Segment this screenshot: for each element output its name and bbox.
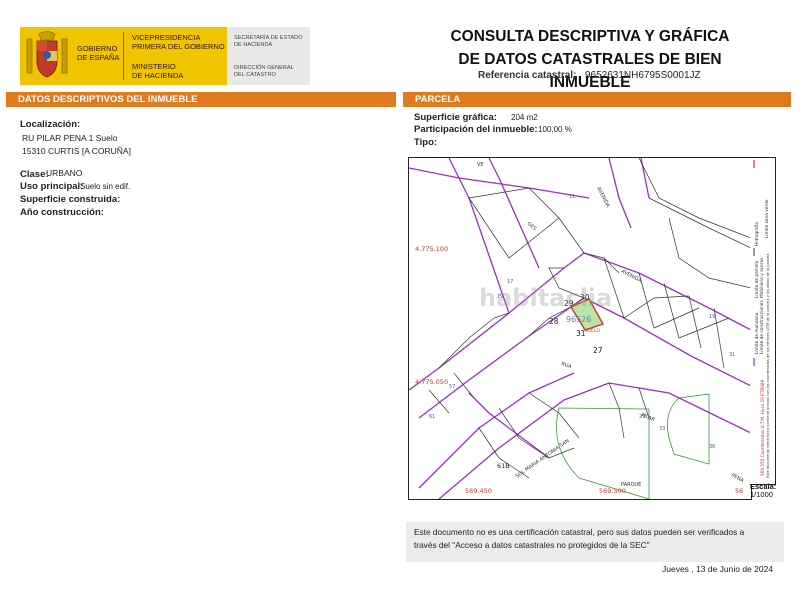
verification-note: Este documento no es una certificación c… [406, 522, 784, 562]
map-street-number: 57 [449, 384, 455, 390]
legend-note: Este documento electrónico contiene anex… [766, 253, 770, 478]
map-street-rua: RUA [560, 361, 572, 370]
cadastral-ref-value: 9652631NH6795S0001JZ [585, 70, 701, 81]
superficie-grafica-value: 204 m2 [511, 113, 538, 122]
map-coord-x1: 569.450 [465, 487, 492, 495]
legend-parcel-limit: Límite de parcela [753, 260, 760, 298]
legend-green-zone: Límite zona verde [763, 199, 770, 238]
anio-construccion-label: Año construcción: [20, 207, 104, 218]
map-street-number: 11 [569, 194, 575, 200]
cadastral-ref-label: Referencia catastral: [478, 70, 577, 81]
legend-furniture: Mobiliario y aceras [759, 257, 765, 298]
section-bar-descriptive: DATOS DESCRIPTIVOS DEL INMUEBLE [6, 92, 396, 107]
note-line-1: Este documento no es una certificación c… [414, 527, 745, 537]
document-title: CONSULTA DESCRIPTIVA Y GRÁFICA DE DATOS … [420, 25, 760, 94]
map-coord-x2: 569.500 [599, 487, 626, 495]
ministry-line-2: DE HACIENDA [132, 70, 184, 80]
directorate-banner: SECRETARÍA DE ESTADO DE HACIENDA DIRECCI… [227, 27, 310, 85]
gov-divider [123, 32, 124, 80]
clase-label: Clase: [20, 169, 49, 180]
superficie-construida-label: Superficie construida: [20, 194, 121, 205]
map-street-number: 33 [659, 426, 665, 432]
localizacion-line-1: RU PILAR PENA 1 Suelo [22, 133, 118, 143]
map-parcel-sub: SUELO [585, 328, 600, 334]
legend-drawing: Hidrografía Límite de parcela Mobiliario… [753, 160, 770, 478]
gov-line-2: DE ESPAÑA [77, 52, 120, 62]
map-street-pena: PENA [730, 472, 745, 484]
map-legend: Hidrografía Límite de parcela Mobiliario… [750, 157, 776, 485]
superficie-grafica-label: Superficie gráfica: [414, 112, 497, 123]
legend-construction-limit: Límite de construcciones [758, 300, 765, 354]
coat-of-arms-icon [26, 31, 68, 78]
government-logo-block: GOBIERNO DE ESPAÑA VICEPRESIDENCIA PRIME… [20, 27, 310, 85]
note-line-2: través del "Acceso a datos catastrales n… [414, 540, 650, 550]
map-street-top: VE [477, 162, 484, 168]
uso-value: Suelo sin edif. [80, 182, 131, 191]
tipo-label: Tipo: [414, 137, 438, 148]
map-parcel-61b: 61B [497, 462, 510, 470]
map-street-number: 19 [709, 314, 715, 320]
map-drawing: 19 17 57 61 29 33 36 31 19 11 4.775.100 … [409, 158, 751, 499]
dir-line-2: DEL CATASTRO [234, 71, 276, 78]
vice-line-2: PRIMERA DEL GOBIERNO [132, 41, 225, 51]
legend-coord-system: 569.550 Coordenadas U.T.M. Huso 29 ETRS8… [760, 379, 765, 476]
map-street-sol: SOL MARIA ANTONIA SAN [515, 438, 571, 480]
sec-line-1: SECRETARÍA DE ESTADO [234, 35, 303, 41]
document-date: Jueves , 13 de Junio de 2024 [662, 564, 774, 574]
dir-line-1: DIRECCIÓN GENERAL [234, 65, 294, 71]
map-street-number: 61 [429, 414, 435, 420]
localizacion-line-2: 15310 CURTIS [A CORUÑA] [22, 146, 131, 156]
sec-line-2: DE HACIENDA [234, 41, 273, 48]
map-coord-y2: 4.775.050 [415, 378, 448, 386]
map-parcel-ref: 96526 [566, 315, 591, 324]
map-coord-x3: 56 [735, 487, 743, 495]
map-street-parque: PARQUE [621, 482, 641, 488]
cadastral-map[interactable]: 19 17 57 61 29 33 36 31 19 11 4.775.100 … [408, 157, 752, 500]
map-parcel-28: 28 [549, 317, 559, 326]
legend-block-limit: Límite de manzana [753, 312, 760, 354]
localizacion-label: Localización: [20, 119, 81, 130]
map-street-avenida-2: AVENIDA [595, 186, 611, 209]
map-coord-y1: 4.775.100 [415, 245, 448, 253]
clase-value: URBANO [46, 168, 83, 178]
watermark: habitaclia [479, 284, 612, 312]
government-banner: GOBIERNO DE ESPAÑA VICEPRESIDENCIA PRIME… [20, 27, 227, 85]
map-street-ges: GES [526, 221, 538, 232]
participacion-label: Participación del inmueble: [414, 124, 538, 135]
participacion-value: 100,00 % [538, 125, 572, 134]
section-bar-parcel: PARCELA [403, 92, 791, 107]
title-line-1: CONSULTA DESCRIPTIVA Y GRÁFICA [450, 28, 730, 45]
uso-label: Uso principal: [20, 181, 84, 192]
map-street-number: 36 [709, 444, 715, 450]
legend-hydrography: Hidrografía [753, 222, 760, 246]
map-scale: Escala: 1/1000 [750, 483, 784, 498]
scale-value: 1/1000 [750, 489, 773, 499]
map-street-number: 31 [729, 352, 735, 358]
map-parcel-27: 27 [593, 346, 603, 355]
